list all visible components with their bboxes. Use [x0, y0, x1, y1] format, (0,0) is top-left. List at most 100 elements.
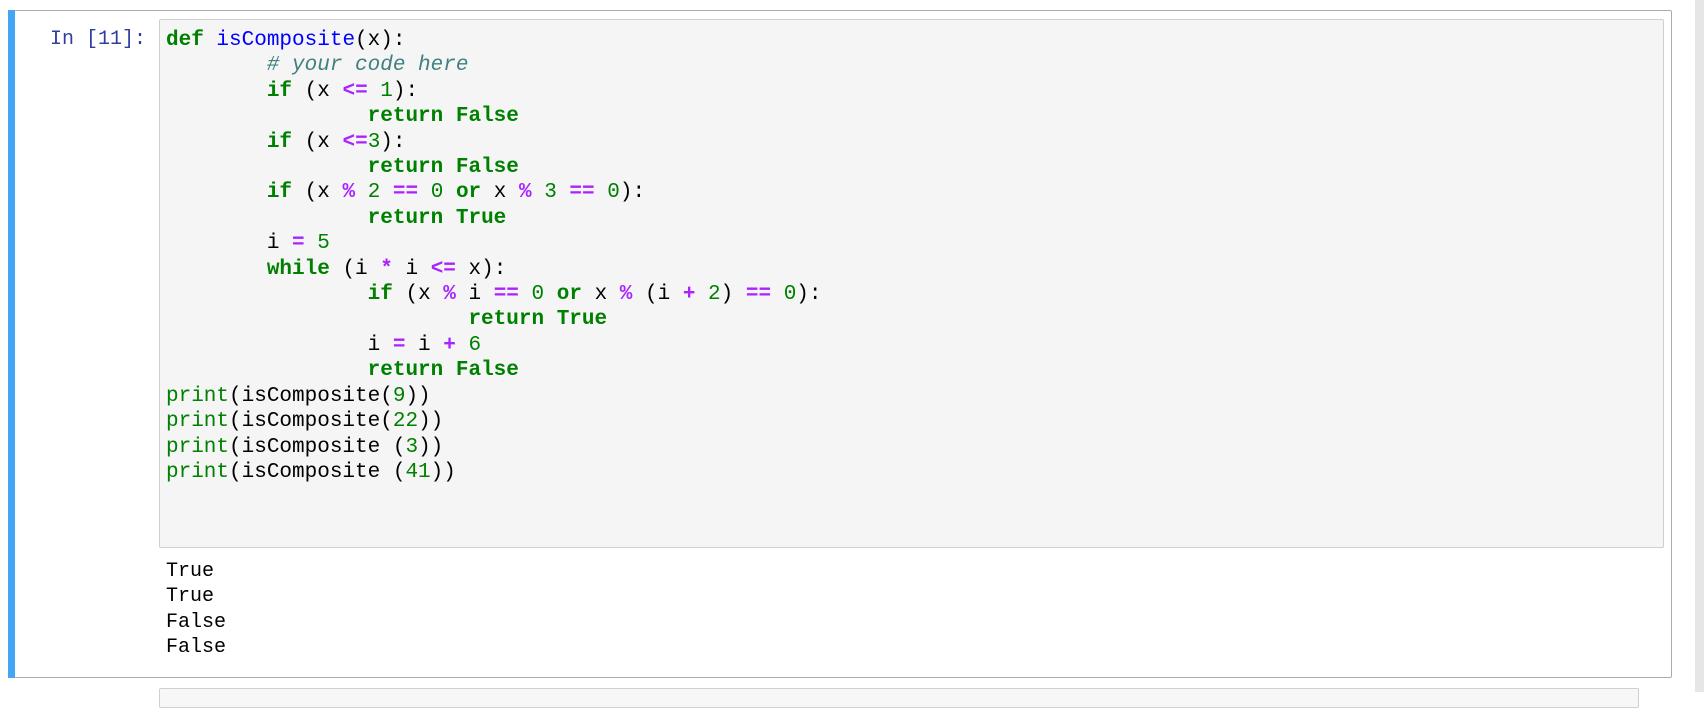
code-token: 0	[531, 283, 545, 307]
code-content[interactable]: def isComposite(x): # your code here if …	[166, 28, 822, 485]
code-token: *	[380, 257, 393, 281]
code-line: print(isComposite(9))	[166, 384, 822, 409]
code-token: isComposite	[216, 29, 356, 52]
code-token: 1	[380, 79, 393, 103]
code-token: 2	[708, 283, 721, 307]
code-token: False	[455, 105, 519, 129]
code-token: <=	[430, 257, 456, 281]
code-token: 3	[544, 181, 557, 205]
code-line: if (x <= 1):	[166, 79, 822, 104]
code-token: or	[455, 181, 482, 205]
cell-output: True True False False	[166, 559, 226, 661]
code-token: x	[581, 283, 620, 307]
code-token: 5	[317, 232, 330, 256]
code-line: return True	[166, 307, 822, 332]
code-token: if	[266, 130, 293, 154]
code-token: ):	[796, 283, 822, 307]
code-token: 41	[405, 460, 431, 484]
code-token: return	[367, 359, 444, 383]
code-token: %	[342, 181, 356, 205]
code-token: =	[392, 333, 406, 357]
code-token: i	[392, 257, 431, 281]
next-cell-editor[interactable]	[159, 688, 1639, 708]
code-line: i = 5	[166, 231, 822, 256]
code-token: print	[166, 460, 230, 484]
output-line: True	[166, 585, 215, 609]
code-token: i	[405, 333, 444, 357]
code-line: if (x <=3):	[166, 130, 822, 155]
code-line: if (x % i == 0 or x % (i + 2) == 0):	[166, 282, 822, 307]
code-token: False	[455, 359, 519, 383]
code-token: (i	[329, 257, 381, 281]
code-token: x):	[455, 257, 507, 281]
code-token: True	[556, 308, 608, 332]
code-token: (isComposite (	[229, 460, 406, 484]
code-token: ==	[569, 181, 595, 205]
code-token: ))	[418, 435, 444, 459]
code-token: 0	[430, 181, 444, 205]
code-token: False	[455, 156, 519, 180]
code-line: i = i + 6	[166, 333, 822, 358]
code-token: ==	[392, 181, 419, 205]
code-token: if	[367, 283, 393, 307]
code-line: print(isComposite (41))	[166, 460, 822, 485]
code-token: i	[455, 283, 494, 307]
code-token: return	[367, 105, 444, 129]
code-token: ))	[430, 460, 456, 484]
code-token: ):	[380, 130, 406, 154]
code-token: 22	[392, 410, 419, 434]
code-token: 9	[392, 384, 406, 408]
code-token: (x	[292, 79, 343, 103]
code-token: +	[682, 283, 696, 307]
code-token: %	[518, 181, 532, 205]
code-token: (isComposite (	[229, 435, 406, 459]
code-token: return	[468, 308, 545, 332]
code-token: (isComposite(	[229, 410, 393, 434]
code-token: 3	[367, 130, 381, 154]
code-token: (x	[292, 130, 343, 154]
code-line: print(isComposite (3))	[166, 435, 822, 460]
code-token: print	[166, 384, 230, 408]
code-line: return False	[166, 104, 822, 129]
code-token: ))	[418, 410, 444, 434]
code-token: return	[367, 206, 444, 230]
code-token: (x):	[355, 29, 406, 52]
code-token: (i	[632, 283, 683, 307]
code-token: <=	[342, 130, 368, 154]
code-token: 6	[468, 333, 482, 357]
code-line: return False	[166, 358, 822, 383]
code-token: if	[266, 79, 293, 103]
scrollbar[interactable]	[1695, 0, 1704, 692]
code-token: ))	[405, 384, 431, 408]
output-line: False	[166, 636, 227, 660]
output-line: True	[166, 560, 215, 583]
cell-selected-indicator	[8, 10, 15, 678]
code-token: 3	[405, 435, 419, 459]
code-token: =	[292, 232, 305, 256]
code-token: (isComposite(	[229, 384, 393, 408]
code-token: print	[166, 410, 230, 434]
output-line: False	[166, 610, 227, 634]
code-token: ):	[392, 79, 419, 103]
code-token: %	[443, 283, 456, 307]
